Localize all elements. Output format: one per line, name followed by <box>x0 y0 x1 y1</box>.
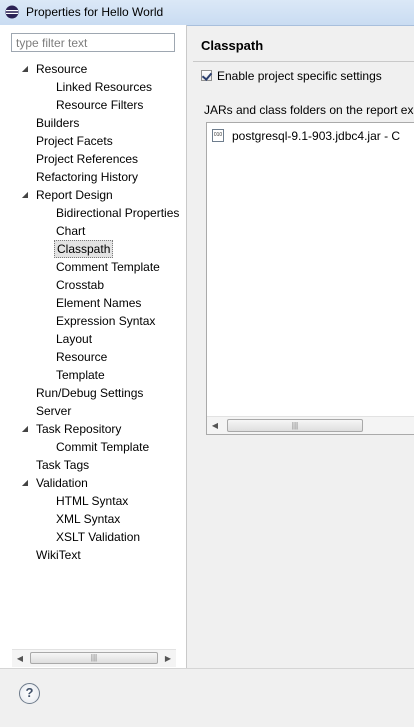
tree-item-label: Task Tags <box>36 458 90 472</box>
expand-arrow-icon[interactable]: ◢ <box>20 186 30 204</box>
tree-item-label: Linked Resources <box>56 80 153 94</box>
tree-item-label: Resource Filters <box>56 98 144 112</box>
tree-item-label: XSLT Validation <box>56 530 141 544</box>
expand-arrow-icon[interactable]: ◢ <box>20 474 30 492</box>
eclipse-icon <box>5 5 19 19</box>
tree-item-label: Resource <box>36 62 88 76</box>
tree-item-label: Layout <box>56 332 93 346</box>
tree-item-label: WikiText <box>36 548 81 562</box>
tree-item-label: Element Names <box>56 296 142 310</box>
button-bar-separator <box>0 668 414 669</box>
tree-item-label: Resource <box>56 350 108 364</box>
tree-item-label: Validation <box>36 476 88 490</box>
tree-item-label: Chart <box>56 224 86 238</box>
tree-item-label: Bidirectional Properties <box>56 206 180 220</box>
jar-list-horizontal-scrollbar[interactable]: ◀ ||| <box>207 416 414 434</box>
scroll-left-icon[interactable]: ◀ <box>207 417 223 434</box>
help-button[interactable]: ? <box>19 683 40 704</box>
title-bar: Properties for Hello World <box>0 0 414 26</box>
enable-specific-settings-checkbox[interactable] <box>201 70 212 81</box>
scroll-right-icon[interactable]: ▶ <box>160 650 176 667</box>
tree-item-label: Comment Template <box>56 260 160 274</box>
expand-arrow-icon[interactable]: ◢ <box>20 420 30 438</box>
tree-item-label: Expression Syntax <box>56 314 156 328</box>
tree-item-label: Project References <box>36 152 139 166</box>
tree-item-label: Commit Template <box>56 440 150 454</box>
tree-item-label: Builders <box>36 116 80 130</box>
tree-item-label: Crosstab <box>56 278 105 292</box>
window-title: Properties for Hello World <box>26 5 164 19</box>
jar-entry-label: postgresql-9.1-903.jdbc4.jar - C <box>232 129 401 143</box>
filter-input[interactable] <box>11 33 175 52</box>
tree-item-label: Task Repository <box>36 422 122 436</box>
jars-label: JARs and class folders on the report exe… <box>204 103 414 117</box>
enable-specific-settings-label[interactable]: Enable project specific settings <box>217 69 382 83</box>
scroll-thumb[interactable]: ||| <box>227 419 363 432</box>
navigation-pane: ◢ Resource Linked Resources Resource Filter… <box>0 25 187 668</box>
tree-item-label: Project Facets <box>36 134 113 148</box>
tree-item-label: XML Syntax <box>56 512 121 526</box>
jar-file-icon: 010 <box>212 129 224 142</box>
jar-list[interactable]: 010 postgresql-9.1-903.jdbc4.jar - C ◀ |… <box>206 122 414 435</box>
jar-entry[interactable]: 010 postgresql-9.1-903.jdbc4.jar - C <box>212 127 401 145</box>
scroll-left-icon[interactable]: ◀ <box>12 650 28 667</box>
expand-arrow-icon[interactable]: ◢ <box>20 60 30 78</box>
tree-item-label: Server <box>36 404 72 418</box>
title-separator <box>193 61 414 62</box>
tree-item-label: Classpath <box>54 240 114 258</box>
tree-item-label: HTML Syntax <box>56 494 129 508</box>
scroll-thumb[interactable]: ||| <box>30 652 158 664</box>
tree-horizontal-scrollbar[interactable]: ◀ ||| ▶ <box>12 649 176 667</box>
tree-item-label: Report Design <box>36 188 113 202</box>
tree-item-label: Template <box>56 368 105 382</box>
tree-item-label: Refactoring History <box>36 170 139 184</box>
page-title: Classpath <box>201 38 264 53</box>
tree-item-label: Run/Debug Settings <box>36 386 144 400</box>
